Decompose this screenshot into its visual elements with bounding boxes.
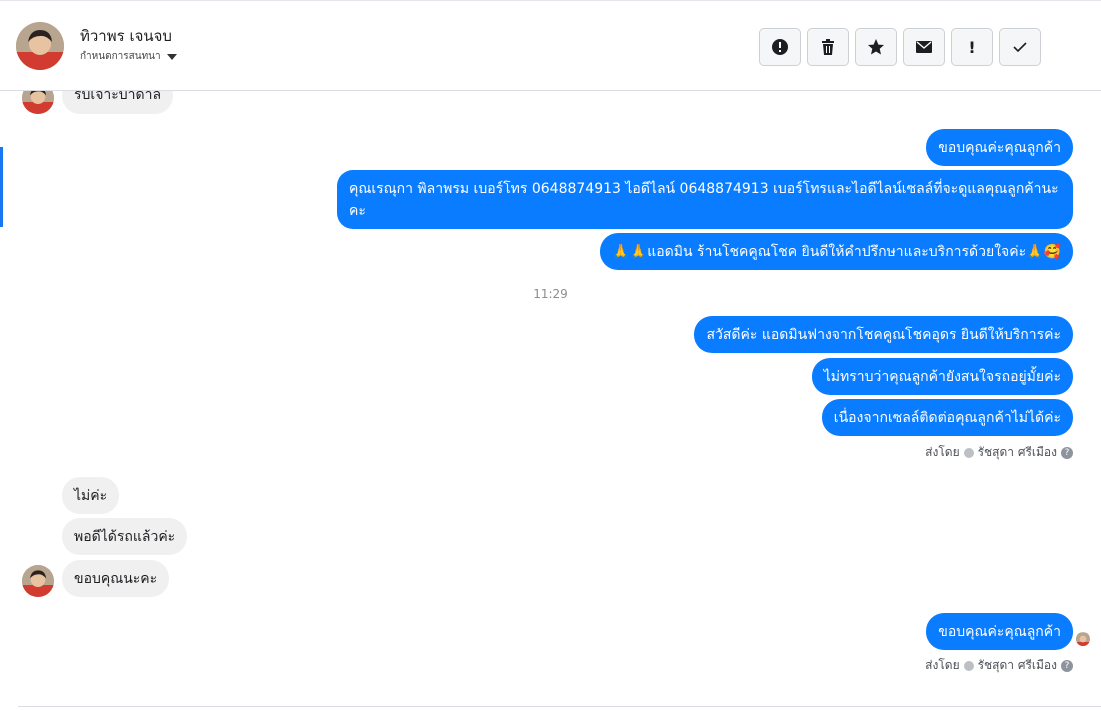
assign-conversation-dropdown[interactable]: กำหนดการสนทนา (80, 49, 177, 64)
help-icon[interactable]: ? (1061, 446, 1073, 459)
exclamation-icon: ! (968, 37, 976, 57)
outgoing-message[interactable]: ขอบคุณค่ะคุณลูกค้า (926, 613, 1073, 650)
outgoing-message[interactable]: ขอบคุณค่ะคุณลูกค้า (926, 129, 1073, 166)
outgoing-message[interactable]: สวัสดีค่ะ แอดมินฟางจากโชคคูณโชคอุดร ยินด… (694, 316, 1073, 353)
header-actions: ! (759, 28, 1041, 66)
help-icon[interactable]: ? (1061, 659, 1073, 672)
sent-by-name[interactable]: รัชสุดา ศรีเมือง (978, 443, 1057, 462)
star-icon (868, 39, 884, 55)
mark-unread-button[interactable] (903, 28, 945, 66)
outgoing-message[interactable]: 🙏🙏แอดมิน ร้านโชคคูณโชค ยินดีให้คำปรึกษาแ… (600, 233, 1073, 270)
sent-by-info: ส่งโดย รัชสุดา ศรีเมือง ? (925, 656, 1073, 675)
avatar-image (22, 565, 54, 597)
sent-by-prefix: ส่งโดย (925, 658, 960, 672)
agent-status-icon (963, 660, 974, 671)
conversation-header: ทิวาพร เจนจบ กำหนดการสนทนา ! (0, 1, 1101, 91)
contact-name[interactable]: ทิวาพร เจนจบ (80, 24, 172, 48)
read-receipt-avatar (1076, 632, 1090, 646)
follow-up-button[interactable]: ! (951, 28, 993, 66)
outgoing-message[interactable]: คุณเรณุกา พิลาพรม เบอร์โทร 0648874913 ไอ… (337, 170, 1073, 229)
incoming-message[interactable]: ขอบคุณนะคะ (62, 560, 170, 597)
composer-divider (18, 706, 1101, 707)
agent-status-icon (963, 447, 974, 458)
contact-avatar[interactable] (16, 22, 64, 70)
incoming-message[interactable]: ไม่ค่ะ (62, 477, 120, 514)
message-timestamp: 11:29 (533, 287, 568, 301)
mark-spam-button[interactable] (759, 28, 801, 66)
assign-label: กำหนดการสนทนา (80, 51, 161, 62)
delete-button[interactable] (807, 28, 849, 66)
mark-done-button[interactable] (999, 28, 1041, 66)
avatar-image (1076, 633, 1090, 646)
contact-avatar-small (22, 565, 54, 597)
sent-by-name[interactable]: รัชสุดา ศรีเมือง (978, 656, 1057, 675)
envelope-icon (916, 41, 932, 53)
avatar-image (16, 22, 64, 70)
sent-by-info: ส่งโดย รัชสุดา ศรีเมือง ? (925, 443, 1073, 462)
trash-icon (822, 39, 834, 55)
outgoing-message[interactable]: เนื่องจากเซลล์ติดต่อคุณลูกค้าไม่ได้ค่ะ (821, 399, 1073, 436)
sent-by-prefix: ส่งโดย (925, 445, 960, 459)
outgoing-message[interactable]: ไม่ทราบว่าคุณลูกค้ายังสนใจรถอยู่มั้ยค่ะ (811, 358, 1073, 395)
caret-down-icon (166, 53, 177, 60)
messenger-window: ทิวาพร เจนจบ กำหนดการสนทนา ! รับเจาะบาดา… (0, 0, 1101, 710)
star-button[interactable] (855, 28, 897, 66)
alert-icon (772, 39, 788, 55)
check-icon (1013, 42, 1027, 53)
incoming-message[interactable]: พอดีได้รถแล้วค่ะ (62, 518, 188, 555)
scroll-indicator (0, 147, 3, 227)
